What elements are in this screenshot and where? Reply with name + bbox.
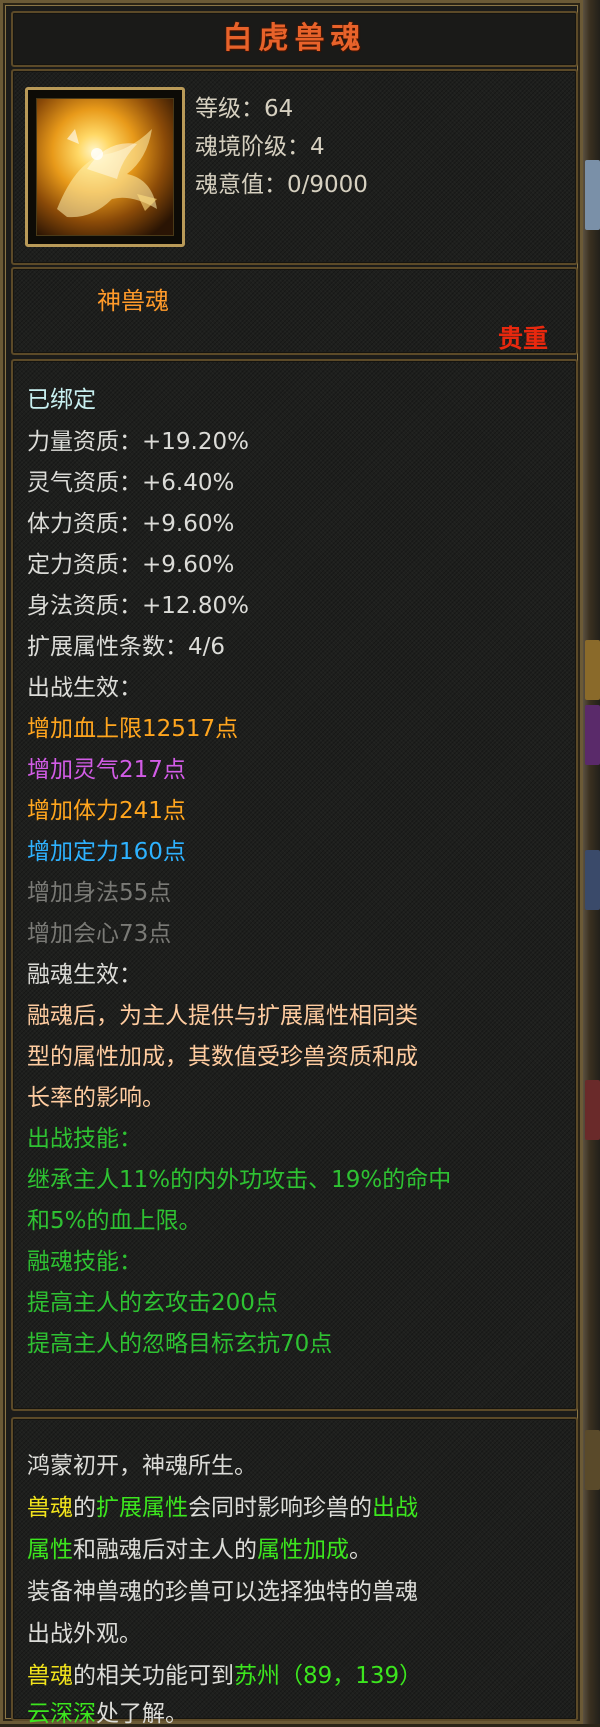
keyword-beast-soul: 兽魂 bbox=[27, 1495, 73, 1521]
item-icon-frame[interactable] bbox=[25, 87, 185, 247]
fusion-skill-heading: 融魂技能： bbox=[27, 1249, 142, 1275]
item-quality: 贵重 bbox=[497, 324, 548, 353]
background-tile bbox=[585, 705, 600, 765]
description-fragment: 。 bbox=[349, 1537, 372, 1563]
description-panel: 鸿蒙初开，神魂所生。 兽魂的扩展属性会同时影响珍兽的出战 属性和融魂后对主人的属… bbox=[11, 1417, 578, 1727]
fusion-effect-text: 型的属性加成，其数值受珍兽资质和成 bbox=[27, 1044, 418, 1070]
fusion-skill-line: 提高主人的忽略目标玄抗70点 bbox=[27, 1331, 333, 1357]
background-tile bbox=[585, 640, 600, 700]
keyword-extension-attr: 扩展属性 bbox=[96, 1495, 188, 1521]
description-fragment: 的 bbox=[73, 1495, 96, 1521]
item-title: 白虎兽魂 bbox=[222, 21, 367, 56]
description-line: 属性和融魂后对主人的属性加成。 bbox=[27, 1537, 372, 1563]
aptitude-line: 定力资质：+9.60% bbox=[27, 552, 235, 578]
extension-count: 扩展属性条数：4/6 bbox=[27, 634, 226, 660]
white-tiger-soul-icon bbox=[36, 98, 174, 236]
background-tile bbox=[585, 850, 600, 910]
description-line: 出战外观。 bbox=[27, 1621, 142, 1647]
battle-effect-heading: 出战生效： bbox=[27, 675, 142, 701]
title-bar: 白虎兽魂 bbox=[11, 11, 578, 67]
keyword-attr-bonus: 属性加成 bbox=[257, 1537, 349, 1563]
battle-skill-text: 和5%的血上限。 bbox=[27, 1208, 202, 1234]
keyword-beast-soul: 兽魂 bbox=[27, 1663, 73, 1689]
attributes-panel: 已绑定 力量资质：+19.20% 灵气资质：+6.40% 体力资质：+9.60%… bbox=[11, 359, 578, 1411]
description-line: 云深深处了解。 bbox=[27, 1701, 188, 1727]
description-line: 装备神兽魂的珍兽可以选择独特的兽魂 bbox=[27, 1579, 418, 1605]
description-fragment: 的相关功能可到 bbox=[73, 1663, 234, 1689]
aptitude-line: 灵气资质：+6.40% bbox=[27, 470, 235, 496]
background-tile bbox=[585, 1430, 600, 1490]
battle-skill-heading: 出战技能： bbox=[27, 1126, 142, 1152]
description-line: 鸿蒙初开，神魂所生。 bbox=[27, 1453, 257, 1479]
fusion-effect-text: 融魂后，为主人提供与扩展属性相同类 bbox=[27, 1003, 418, 1029]
fusion-skill-line: 提高主人的玄攻击200点 bbox=[27, 1290, 278, 1316]
category-panel: 神兽魂 贵重 bbox=[11, 267, 578, 355]
aptitude-line: 身法资质：+12.80% bbox=[27, 593, 249, 619]
level-text: 等级：64 bbox=[195, 96, 294, 122]
item-tooltip: 白虎兽魂 等级：64 魂境阶级：4 魂意值：0/9000 神兽魂 贵重 已绑定 … bbox=[0, 0, 583, 1727]
realm-stage-text: 魂境阶级：4 bbox=[195, 134, 325, 160]
description-line: 兽魂的相关功能可到苏州（89，139） bbox=[27, 1663, 422, 1689]
npc-link[interactable]: 云深深 bbox=[27, 1701, 96, 1727]
battle-effect-line: 增加会心73点 bbox=[27, 921, 172, 947]
soul-value-text: 魂意值：0/9000 bbox=[195, 172, 368, 198]
battle-skill-text: 继承主人11%的内外功攻击、19%的命中 bbox=[27, 1167, 452, 1193]
battle-effect-line: 增加定力160点 bbox=[27, 839, 186, 865]
battle-effect-line: 增加身法55点 bbox=[27, 880, 172, 906]
fusion-effect-text: 长率的影响。 bbox=[27, 1085, 165, 1111]
description-fragment: 处了解。 bbox=[96, 1701, 188, 1727]
description-line: 兽魂的扩展属性会同时影响珍兽的出战 bbox=[27, 1495, 418, 1521]
keyword-battle: 出战 bbox=[372, 1495, 418, 1521]
background-tile bbox=[585, 160, 600, 230]
aptitude-line: 力量资质：+19.20% bbox=[27, 429, 249, 455]
item-info-panel: 等级：64 魂境阶级：4 魂意值：0/9000 bbox=[11, 69, 578, 265]
bound-status: 已绑定 bbox=[27, 387, 96, 413]
battle-effect-line: 增加体力241点 bbox=[27, 798, 186, 824]
aptitude-line: 体力资质：+9.60% bbox=[27, 511, 235, 537]
fusion-effect-heading: 融魂生效： bbox=[27, 962, 142, 988]
location-link[interactable]: 苏州（89，139） bbox=[234, 1663, 422, 1689]
background-tile bbox=[585, 1080, 600, 1140]
description-fragment: 会同时影响珍兽的 bbox=[188, 1495, 372, 1521]
battle-effect-line: 增加灵气217点 bbox=[27, 757, 186, 783]
description-fragment: 和融魂后对主人的 bbox=[73, 1537, 257, 1563]
battle-effect-line: 增加血上限12517点 bbox=[27, 716, 239, 742]
keyword-attribute: 属性 bbox=[27, 1537, 73, 1563]
item-category: 神兽魂 bbox=[97, 287, 169, 315]
